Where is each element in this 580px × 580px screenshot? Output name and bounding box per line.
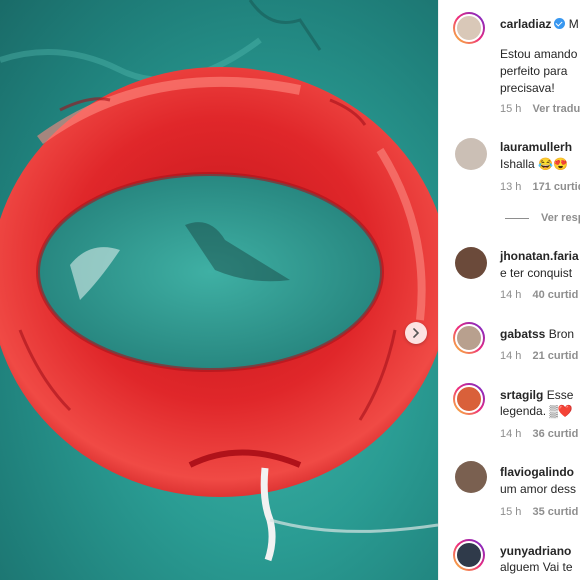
avatar[interactable] xyxy=(453,383,485,415)
comment-meta: 13 h 171 curtid xyxy=(500,181,580,193)
author-follow-hint: M xyxy=(568,17,579,31)
comment-meta: 14 h 36 curtid xyxy=(500,428,579,440)
comment-text: Bron xyxy=(548,327,575,341)
comment-likes[interactable]: 40 curtid xyxy=(532,289,578,301)
comment-meta: 14 h 21 curtid xyxy=(500,350,579,362)
comment-meta: 15 h 35 curtid xyxy=(500,506,579,518)
view-replies-link[interactable]: Ver resp xyxy=(541,212,580,224)
comment-text: um amor dess xyxy=(500,482,577,496)
avatar[interactable] xyxy=(453,539,485,571)
comment-username[interactable]: lauramullerh xyxy=(500,140,572,154)
comment-text: alguem Vai te xyxy=(500,560,573,574)
comment-text: Ishalla 😂😍 xyxy=(500,157,568,171)
replies-divider xyxy=(505,218,529,219)
verified-badge-icon xyxy=(554,18,566,29)
comment-likes[interactable]: 35 curtid xyxy=(532,506,578,518)
avatar[interactable] xyxy=(455,461,487,493)
caption-time: 15 h xyxy=(500,103,522,115)
avatar[interactable] xyxy=(455,138,487,170)
comment-username[interactable]: jhonatan.faria xyxy=(500,249,579,263)
caption-line-2: perfeito para xyxy=(500,64,568,78)
caption-meta: 15 h Ver tradu xyxy=(500,103,580,115)
comments-panel: carladiaz M Estou amando perfeito para p… xyxy=(438,0,580,580)
comment-likes[interactable]: 21 curtid xyxy=(532,350,578,362)
avatar[interactable] xyxy=(453,322,485,354)
comment-username[interactable]: srtagilg Esse xyxy=(500,388,573,402)
comment-likes[interactable]: 171 curtid xyxy=(532,181,580,193)
chevron-right-icon xyxy=(413,328,420,338)
caption-line-3: precisava! xyxy=(500,81,555,95)
next-photo-button[interactable] xyxy=(405,322,427,344)
avatar[interactable] xyxy=(455,247,487,279)
comment-text: Esse xyxy=(546,388,574,402)
translate-link[interactable]: Ver tradu xyxy=(532,103,580,115)
caption-line-1: Estou amando xyxy=(500,47,578,61)
comment-username[interactable]: flaviogalindo xyxy=(500,465,574,479)
author-avatar[interactable] xyxy=(453,12,485,44)
comment-username[interactable]: gabatss Bron xyxy=(500,327,574,341)
comment-likes[interactable]: 36 curtid xyxy=(532,428,578,440)
author-username[interactable]: carladiaz M xyxy=(500,17,579,31)
lifebuoy-image xyxy=(0,0,438,562)
comment-text: legenda. ▒❤️ xyxy=(500,404,573,418)
post-photo xyxy=(0,0,438,580)
comment-text: e ter conquist xyxy=(500,266,573,280)
comment-meta: 14 h 40 curtid xyxy=(500,289,579,301)
comment-username[interactable]: yunyadriano xyxy=(500,544,571,558)
